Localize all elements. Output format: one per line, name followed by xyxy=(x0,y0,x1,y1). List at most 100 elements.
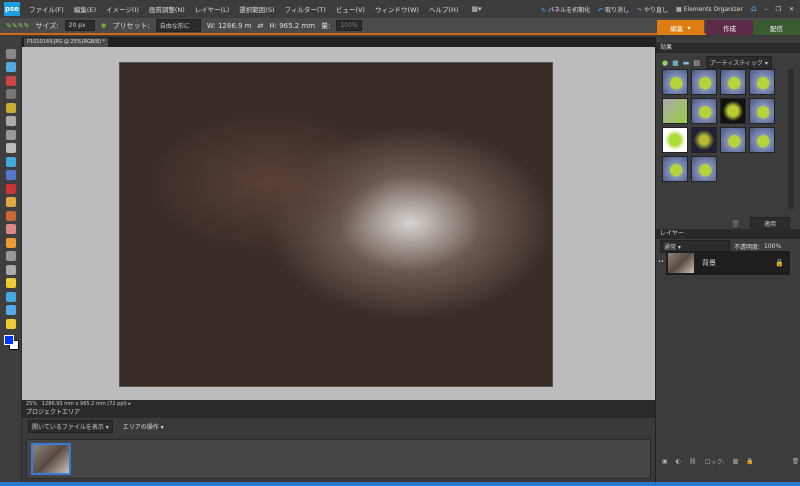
effect-thumb[interactable] xyxy=(691,127,717,153)
text-tool[interactable] xyxy=(6,129,16,140)
effects-scrollbar[interactable] xyxy=(788,69,794,209)
magic-wand-tool[interactable] xyxy=(6,116,16,126)
create-mode-button[interactable]: 作成 xyxy=(706,20,753,35)
area-ops-label: エリアの操作 xyxy=(122,424,159,431)
reset-panels-button[interactable]: ↻ パネルを初期化 xyxy=(541,5,590,14)
filters-icon[interactable]: ● xyxy=(662,59,668,67)
effect-thumb[interactable] xyxy=(749,98,775,124)
zoom-tool[interactable] xyxy=(6,62,16,72)
opacity-label: 不透明度: xyxy=(734,244,761,251)
canvas-area[interactable] xyxy=(22,47,655,400)
status-menu-arrow-icon[interactable]: ▸ xyxy=(128,401,131,407)
size-input[interactable]: 20 px xyxy=(64,20,95,31)
lock-transparency-icon[interactable]: 🔒 xyxy=(746,458,753,465)
menu-window[interactable]: ウィンドウ(W) xyxy=(370,4,424,14)
document-tab[interactable]: P1010149.JPG @ 25%(RGB/8) * ✕ xyxy=(24,38,108,54)
adjustment-layer-icon[interactable]: ◐ xyxy=(676,458,681,465)
show-files-select[interactable]: 開いているファイルを表示 ▾ xyxy=(28,420,113,433)
effect-thumb[interactable] xyxy=(662,156,688,182)
menu-edit[interactable]: 編集(E) xyxy=(69,4,101,14)
porcupine-photo[interactable] xyxy=(119,62,553,387)
cookie-cutter-tool[interactable] xyxy=(6,156,16,167)
project-thumbnail[interactable] xyxy=(31,443,71,475)
redo-button[interactable]: ↷ やり直し xyxy=(637,5,668,14)
restore-icon[interactable]: ❐ xyxy=(776,6,781,13)
straighten-tool[interactable] xyxy=(6,170,16,180)
preset-label: プリセット: xyxy=(112,21,150,30)
effect-thumb[interactable] xyxy=(720,69,746,95)
effect-thumb[interactable] xyxy=(691,98,717,124)
organizer-button[interactable]: ▦ Elements Organizer xyxy=(676,6,743,13)
layer-row[interactable]: 背景 🔒 xyxy=(666,251,790,275)
move-tool[interactable] xyxy=(6,48,16,59)
effect-thumb[interactable] xyxy=(720,127,746,153)
foreground-color[interactable] xyxy=(4,334,14,345)
layer-name: 背景 xyxy=(702,259,716,267)
minimize-icon[interactable]: – xyxy=(765,6,768,13)
lock-all-icon[interactable]: ▩ xyxy=(733,458,739,465)
eraser-tool[interactable] xyxy=(6,224,16,234)
all-effects-icon[interactable]: ▤ xyxy=(693,59,700,67)
menu-image[interactable]: イメージ(I) xyxy=(101,4,144,14)
menu-select[interactable]: 選択範囲(S) xyxy=(234,4,279,14)
lasso-tool[interactable] xyxy=(6,102,16,113)
layer-styles-icon[interactable]: ■ xyxy=(672,59,679,67)
undo-icon: ↶ xyxy=(598,6,604,14)
brush-mode-icons[interactable]: ✎✎✎✎ xyxy=(6,22,29,30)
effect-thumb[interactable] xyxy=(720,98,746,124)
shape-tool[interactable] xyxy=(6,291,16,302)
trash-icon[interactable]: 🗑 xyxy=(731,220,740,228)
effect-thumb[interactable] xyxy=(662,98,688,124)
new-layer-icon[interactable]: ▣ xyxy=(662,458,668,465)
project-area: プロジェクトエリア 開いているファイルを表示 ▾ エリアの操作 ▾ xyxy=(22,408,655,482)
effects-category-select[interactable]: アーティスティック ▾ xyxy=(705,56,772,69)
undo-button[interactable]: ↶ 取り消し xyxy=(598,5,629,14)
color-swatches[interactable] xyxy=(4,334,19,351)
clone-tool[interactable] xyxy=(6,210,16,221)
home-icon[interactable]: ⌂ xyxy=(751,4,757,14)
crop-tool[interactable] xyxy=(6,143,16,153)
effect-thumb[interactable] xyxy=(691,69,717,95)
blur-tool[interactable] xyxy=(6,305,16,315)
layout-icon[interactable]: ▦▾ xyxy=(471,5,481,13)
effect-thumb[interactable] xyxy=(691,156,717,182)
menu-filter[interactable]: フィルター(T) xyxy=(280,4,331,14)
amount-input[interactable]: 100% xyxy=(336,20,362,31)
effect-thumb[interactable] xyxy=(749,69,775,95)
menu-help[interactable]: ヘルプ(H) xyxy=(424,4,463,14)
zoom-level[interactable]: 25% xyxy=(26,401,37,407)
area-ops-menu[interactable]: エリアの操作 ▾ xyxy=(123,422,164,431)
effect-thumb[interactable] xyxy=(749,127,775,153)
red-eye-tool[interactable] xyxy=(6,183,16,194)
smart-brush-tool[interactable] xyxy=(6,251,16,261)
edit-mode-button[interactable]: 編集 ▾ xyxy=(657,20,704,35)
delete-layer-icon[interactable]: 🗑 xyxy=(792,458,800,465)
opacity-value[interactable]: 100% xyxy=(764,243,781,250)
close-icon[interactable]: ✕ xyxy=(789,6,794,13)
paint-bucket-tool[interactable] xyxy=(6,264,16,275)
healing-tool[interactable] xyxy=(6,197,16,207)
effect-thumb[interactable] xyxy=(662,127,688,153)
gradient-tool[interactable] xyxy=(6,278,16,288)
undo-label: 取り消し xyxy=(605,6,630,14)
link-icon[interactable]: ⛓ xyxy=(689,458,697,465)
create-label: 作成 xyxy=(723,24,736,33)
marquee-tool[interactable] xyxy=(6,89,16,99)
taskbar-strip xyxy=(0,482,800,486)
preset-select[interactable]: 自由な形に xyxy=(155,19,201,32)
app-logo: pse xyxy=(4,2,20,16)
menu-layer[interactable]: レイヤー(L) xyxy=(190,4,235,14)
sponge-tool[interactable] xyxy=(6,318,16,329)
swap-icon[interactable]: ⇄ xyxy=(258,22,264,30)
menu-enhance[interactable]: 画質調整(N) xyxy=(144,4,190,14)
menu-view[interactable]: ビュー(V) xyxy=(331,4,370,14)
reset-panels-label: パネルを初期化 xyxy=(548,6,591,14)
photo-effects-icon[interactable]: ▬ xyxy=(683,59,690,67)
effect-thumb[interactable] xyxy=(662,69,688,95)
brush-tool[interactable] xyxy=(6,237,16,248)
visibility-icon[interactable]: •• xyxy=(658,259,664,265)
eyedropper-tool[interactable] xyxy=(6,75,16,86)
menu-file[interactable]: ファイル(F) xyxy=(24,4,69,14)
share-mode-button[interactable]: 配信 xyxy=(753,20,800,35)
share-label: 配信 xyxy=(770,24,783,33)
